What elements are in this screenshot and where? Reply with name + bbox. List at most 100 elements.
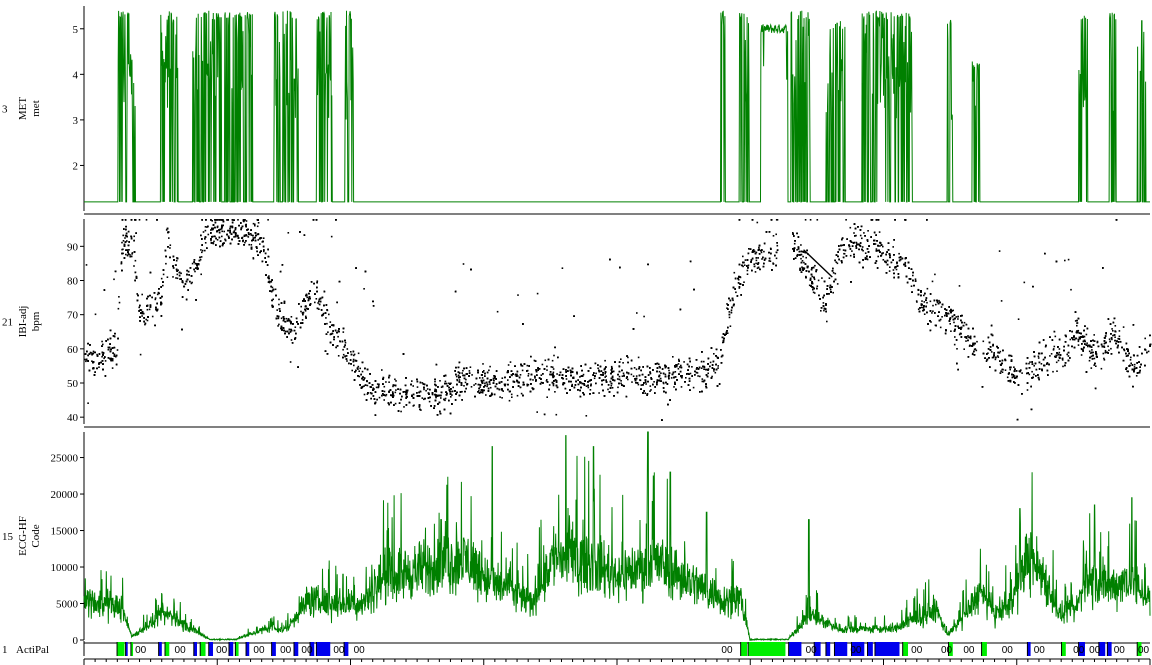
ibi-point <box>403 406 405 408</box>
ibi-point <box>604 372 606 375</box>
ibi-point <box>1052 370 1054 373</box>
ibi-point <box>526 364 529 367</box>
ibi-point <box>455 375 458 378</box>
ibi-point <box>717 367 719 369</box>
ibi-point <box>267 219 269 221</box>
ibi-point <box>1055 361 1058 364</box>
ibi-point <box>680 364 682 367</box>
ibi-point <box>761 258 763 260</box>
ibi-point <box>934 273 936 276</box>
ibi-point <box>746 269 749 272</box>
ibi-point <box>616 378 619 380</box>
ibi-point <box>552 368 555 370</box>
ibi-point <box>874 243 877 245</box>
ibi-point <box>714 371 717 374</box>
ibi-point <box>1067 355 1070 357</box>
ibi-point <box>867 230 869 232</box>
ibi-point <box>519 374 522 376</box>
ibi-point <box>835 261 838 263</box>
ibi-point <box>416 386 419 388</box>
ibi-point <box>729 325 732 327</box>
ibi-point <box>287 232 290 234</box>
ibi-point <box>462 369 464 372</box>
ibi-point <box>544 359 547 362</box>
ibi-point <box>532 379 534 381</box>
ibi-point <box>489 383 491 385</box>
ibi-point <box>394 391 397 394</box>
ibi-point <box>221 227 223 230</box>
ibi-point <box>882 259 885 261</box>
ibi-point <box>1000 370 1002 372</box>
ibi-point <box>1033 365 1035 367</box>
ibi-point <box>1118 335 1121 338</box>
ibi-point <box>997 356 1000 358</box>
ibi-point <box>963 348 965 350</box>
ibi-point <box>289 361 292 363</box>
ibi-point <box>256 225 259 228</box>
ibi-point <box>635 375 638 377</box>
ibi-point <box>344 341 347 344</box>
ibi-point <box>691 366 693 368</box>
ibi-point <box>1023 281 1026 284</box>
ibi-point <box>689 372 692 375</box>
ibi-point <box>853 232 855 234</box>
ibi-ytick-label: 40 <box>67 412 79 424</box>
ibi-point <box>1000 300 1003 302</box>
ibi-point <box>953 343 956 346</box>
ibi-point <box>555 413 558 416</box>
ibi-point <box>262 237 265 239</box>
ibi-point <box>1054 335 1057 338</box>
ibi-point <box>252 257 255 260</box>
ibi-point <box>325 317 327 319</box>
ibi-point <box>463 385 465 387</box>
ibi-point <box>508 399 511 402</box>
ibi-point <box>622 362 624 364</box>
ibi-point <box>963 321 966 324</box>
physiology-recording-chart: 23453 MET met 40506070809021 IBI-adj bpm 050… <box>0 0 1152 665</box>
ibi-point <box>932 310 934 312</box>
ibi-point <box>337 355 340 357</box>
ibi-point <box>834 272 837 275</box>
ibi-point <box>357 365 360 368</box>
ibi-point <box>1119 340 1122 343</box>
ibi-point <box>521 369 524 372</box>
ibi-point <box>800 257 802 260</box>
ibi-point <box>280 317 283 320</box>
ibi-point <box>763 250 765 253</box>
ibi-point <box>589 389 592 391</box>
ibi-point <box>294 326 297 328</box>
ibi-point <box>378 396 381 399</box>
ibi-point <box>1090 367 1093 369</box>
ibi-point <box>982 340 985 343</box>
ibi-point <box>598 392 600 394</box>
ibi-point <box>1112 334 1114 337</box>
ibi-point <box>709 361 712 364</box>
ibi-point <box>87 402 89 404</box>
ibi-point <box>488 369 490 372</box>
ibi-point <box>611 387 614 389</box>
ibi-point <box>554 391 556 393</box>
ibi-point <box>510 393 513 396</box>
ibi-point <box>776 244 779 247</box>
ibi-point <box>385 381 387 383</box>
ibi-point <box>889 266 891 268</box>
ibi-point <box>536 292 539 295</box>
ibi-point <box>285 317 288 320</box>
met-channel-number: 3 <box>2 104 8 116</box>
ibi-point <box>1080 354 1083 356</box>
ibi-point <box>757 257 759 259</box>
ibi-point <box>306 296 308 299</box>
ibi-point <box>939 326 942 329</box>
ibi-point <box>1058 348 1061 350</box>
ibi-point <box>352 358 355 361</box>
ibi-point <box>388 381 390 383</box>
ibi-point <box>965 340 967 342</box>
ibi-point <box>744 259 747 261</box>
ibi-point <box>800 244 802 246</box>
ibi-point <box>610 384 613 387</box>
ibi-point <box>1107 345 1109 348</box>
ibi-point <box>1069 338 1072 341</box>
ibi-point <box>551 366 554 368</box>
ibi-point <box>304 310 307 312</box>
ibi-point <box>875 248 878 250</box>
